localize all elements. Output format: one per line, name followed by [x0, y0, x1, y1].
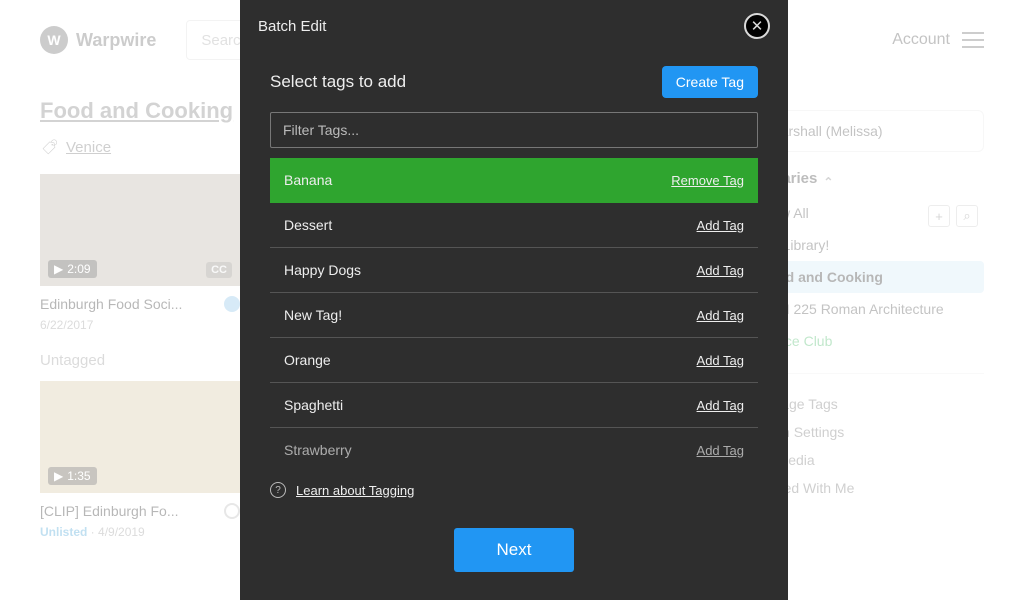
close-button[interactable]: ✕: [744, 13, 770, 39]
modal-subtitle: Select tags to add: [270, 72, 406, 92]
filter-tags-input[interactable]: [270, 112, 758, 148]
tag-item-banana[interactable]: Banana Remove Tag: [270, 158, 758, 203]
add-tag-action[interactable]: Add Tag: [697, 263, 744, 278]
add-tag-action[interactable]: Add Tag: [697, 353, 744, 368]
close-icon: ✕: [751, 17, 764, 35]
help-icon: ?: [270, 482, 286, 498]
learn-tagging-link[interactable]: Learn about Tagging: [296, 483, 414, 498]
add-tag-action[interactable]: Add Tag: [697, 443, 744, 458]
tag-item-strawberry[interactable]: Strawberry Add Tag: [270, 428, 758, 468]
tag-name: Strawberry: [284, 442, 352, 458]
learn-row: ? Learn about Tagging: [240, 468, 788, 498]
tag-name: New Tag!: [284, 307, 342, 323]
remove-tag-action[interactable]: Remove Tag: [671, 173, 744, 188]
next-button[interactable]: Next: [454, 528, 574, 572]
tag-name: Orange: [284, 352, 331, 368]
tag-name: Dessert: [284, 217, 332, 233]
tag-item-orange[interactable]: Orange Add Tag: [270, 338, 758, 383]
tag-name: Banana: [284, 172, 332, 188]
tag-item-spaghetti[interactable]: Spaghetti Add Tag: [270, 383, 758, 428]
tag-item-happy-dogs[interactable]: Happy Dogs Add Tag: [270, 248, 758, 293]
modal-title: Batch Edit: [258, 18, 326, 35]
tag-list: Banana Remove Tag Dessert Add Tag Happy …: [270, 158, 758, 468]
add-tag-action[interactable]: Add Tag: [697, 398, 744, 413]
add-tag-action[interactable]: Add Tag: [697, 218, 744, 233]
batch-edit-modal: Batch Edit ✕ Select tags to add Create T…: [240, 0, 788, 600]
tag-name: Happy Dogs: [284, 262, 361, 278]
tag-name: Spaghetti: [284, 397, 343, 413]
create-tag-button[interactable]: Create Tag: [662, 66, 758, 98]
tag-item-new-tag[interactable]: New Tag! Add Tag: [270, 293, 758, 338]
add-tag-action[interactable]: Add Tag: [697, 308, 744, 323]
tag-item-dessert[interactable]: Dessert Add Tag: [270, 203, 758, 248]
